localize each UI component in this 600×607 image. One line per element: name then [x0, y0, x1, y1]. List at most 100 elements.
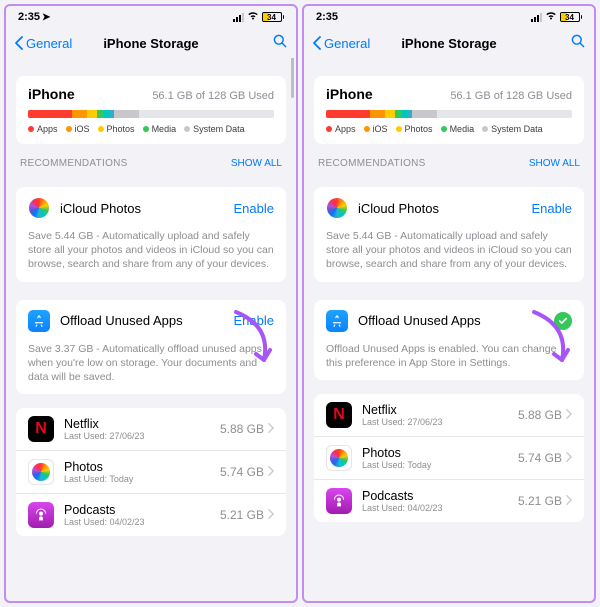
app-row[interactable]: PodcastsLast Used: 04/02/235.21 GB — [314, 479, 584, 522]
show-all-button[interactable]: SHOW ALL — [231, 158, 282, 169]
app-name: Netflix — [362, 403, 518, 417]
back-button[interactable]: General — [14, 36, 72, 51]
back-button[interactable]: General — [312, 36, 370, 51]
app-row[interactable]: PodcastsLast Used: 04/02/235.21 GB — [16, 493, 286, 536]
app-last-used: Last Used: Today — [64, 474, 220, 484]
recommendations-label: RECOMMENDATIONS — [20, 158, 128, 169]
legend-item: Photos — [98, 124, 135, 134]
netflix-icon: N — [28, 416, 54, 442]
app-size: 5.88 GB — [220, 422, 264, 436]
app-last-used: Last Used: 27/06/23 — [64, 431, 220, 441]
app-list: N NetflixLast Used: 27/06/235.88 GB Photos… — [314, 394, 584, 522]
rec-offload-apps[interactable]: Offload Unused Apps Enable Save 3.37 GB … — [16, 300, 286, 395]
podcasts-icon — [326, 488, 352, 514]
app-name: Podcasts — [362, 489, 518, 503]
status-time: 2:35 — [18, 11, 40, 23]
enable-button[interactable]: Enable — [234, 201, 274, 216]
show-all-button[interactable]: SHOW ALL — [529, 158, 580, 169]
screen-right: 2:35 34 General iPhone Storage iPhone 56… — [302, 4, 596, 603]
back-label: General — [324, 36, 370, 51]
app-size: 5.74 GB — [518, 451, 562, 465]
app-list: NNetflixLast Used: 27/06/235.88 GBPhotos… — [16, 408, 286, 536]
search-button[interactable] — [272, 33, 288, 54]
enable-button[interactable]: Enable — [532, 201, 572, 216]
legend-item: Media — [143, 124, 177, 134]
app-name: Photos — [64, 460, 220, 474]
chevron-right-icon — [268, 506, 274, 524]
navbar: General iPhone Storage — [6, 28, 296, 58]
rec-desc: Offload Unused Apps is enabled. You can … — [314, 342, 584, 380]
enable-button[interactable]: Enable — [234, 313, 274, 328]
wifi-icon — [545, 11, 557, 23]
device-name: iPhone — [28, 86, 75, 102]
recommendations-header: RECOMMENDATIONS SHOW ALL — [314, 158, 584, 169]
storage-bar — [28, 110, 274, 118]
legend-item: System Data — [184, 124, 245, 134]
app-row[interactable]: NNetflixLast Used: 27/06/235.88 GB — [16, 408, 286, 450]
app-size: 5.21 GB — [518, 494, 562, 508]
app-name: Photos — [362, 446, 518, 460]
photos-icon — [326, 197, 348, 219]
wifi-icon — [247, 11, 259, 23]
device-name: iPhone — [326, 86, 373, 102]
cellular-icon — [531, 13, 542, 22]
appstore-icon — [28, 310, 50, 332]
rec-desc: Save 5.44 GB - Automatically upload and … — [314, 229, 584, 282]
photos-icon — [28, 459, 54, 485]
app-name: Podcasts — [64, 503, 220, 517]
status-time: 2:35 — [316, 11, 338, 23]
recommendations-label: RECOMMENDATIONS — [318, 158, 426, 169]
app-row[interactable]: PhotosLast Used: Today5.74 GB — [314, 436, 584, 479]
rec-offload-apps[interactable]: Offload Unused Apps Offload Unused Apps … — [314, 300, 584, 380]
photos-icon — [28, 197, 50, 219]
enabled-check-icon — [554, 312, 572, 330]
legend-item: iOS — [364, 124, 388, 134]
appstore-icon — [326, 310, 348, 332]
app-last-used: Last Used: Today — [362, 460, 518, 470]
rec-title: iCloud Photos — [60, 201, 234, 216]
legend-item: Media — [441, 124, 475, 134]
rec-title: Offload Unused Apps — [358, 313, 554, 328]
chevron-right-icon — [268, 420, 274, 438]
rec-title: Offload Unused Apps — [60, 313, 234, 328]
app-last-used: Last Used: 27/06/23 — [362, 417, 518, 427]
storage-used: 56.1 GB of 128 GB Used — [152, 90, 274, 102]
rec-icloud-photos[interactable]: iCloud Photos Enable Save 5.44 GB - Auto… — [16, 187, 286, 282]
storage-used: 56.1 GB of 128 GB Used — [450, 90, 572, 102]
rec-desc: Save 5.44 GB - Automatically upload and … — [16, 229, 286, 282]
storage-card: iPhone 56.1 GB of 128 GB Used AppsiOS Pho… — [314, 76, 584, 144]
recommendations-header: RECOMMENDATIONS SHOW ALL — [16, 158, 286, 169]
legend-item: Apps — [28, 124, 58, 134]
legend-item: System Data — [482, 124, 543, 134]
podcasts-icon — [28, 502, 54, 528]
rec-icloud-photos[interactable]: iCloud Photos Enable Save 5.44 GB - Auto… — [314, 187, 584, 282]
legend-item: iOS — [66, 124, 90, 134]
storage-card: iPhone 56.1 GB of 128 GB Used AppsiOS Pho… — [16, 76, 286, 144]
chevron-right-icon — [566, 406, 572, 424]
rec-title: iCloud Photos — [358, 201, 532, 216]
back-label: General — [26, 36, 72, 51]
screen-left: 2:35 ➤ 34 General iPhone Storage iPhone — [4, 4, 298, 603]
app-last-used: Last Used: 04/02/23 — [362, 503, 518, 513]
app-size: 5.21 GB — [220, 508, 264, 522]
rec-desc: Save 3.37 GB - Automatically offload unu… — [16, 342, 286, 395]
photos-icon — [326, 445, 352, 471]
app-size: 5.74 GB — [220, 465, 264, 479]
location-icon: ➤ — [42, 12, 50, 23]
legend-item: Apps — [326, 124, 356, 134]
app-size: 5.88 GB — [518, 408, 562, 422]
app-row[interactable]: N NetflixLast Used: 27/06/235.88 GB — [314, 394, 584, 436]
chevron-right-icon — [566, 492, 572, 510]
legend-item: Photos — [396, 124, 433, 134]
search-button[interactable] — [570, 33, 586, 54]
netflix-icon: N — [326, 402, 352, 428]
chevron-right-icon — [566, 449, 572, 467]
content: iPhone 56.1 GB of 128 GB Used AppsiOS Pho… — [304, 58, 594, 601]
battery-icon: 34 — [560, 12, 583, 22]
cellular-icon — [233, 13, 244, 22]
storage-legend: AppsiOS Photos Media System Data — [28, 124, 274, 134]
content: iPhone 56.1 GB of 128 GB Used AppsiOS Pho… — [6, 58, 296, 601]
status-bar: 2:35 ➤ 34 — [6, 6, 296, 28]
app-row[interactable]: PhotosLast Used: Today5.74 GB — [16, 450, 286, 493]
storage-legend: AppsiOS Photos Media System Data — [326, 124, 572, 134]
